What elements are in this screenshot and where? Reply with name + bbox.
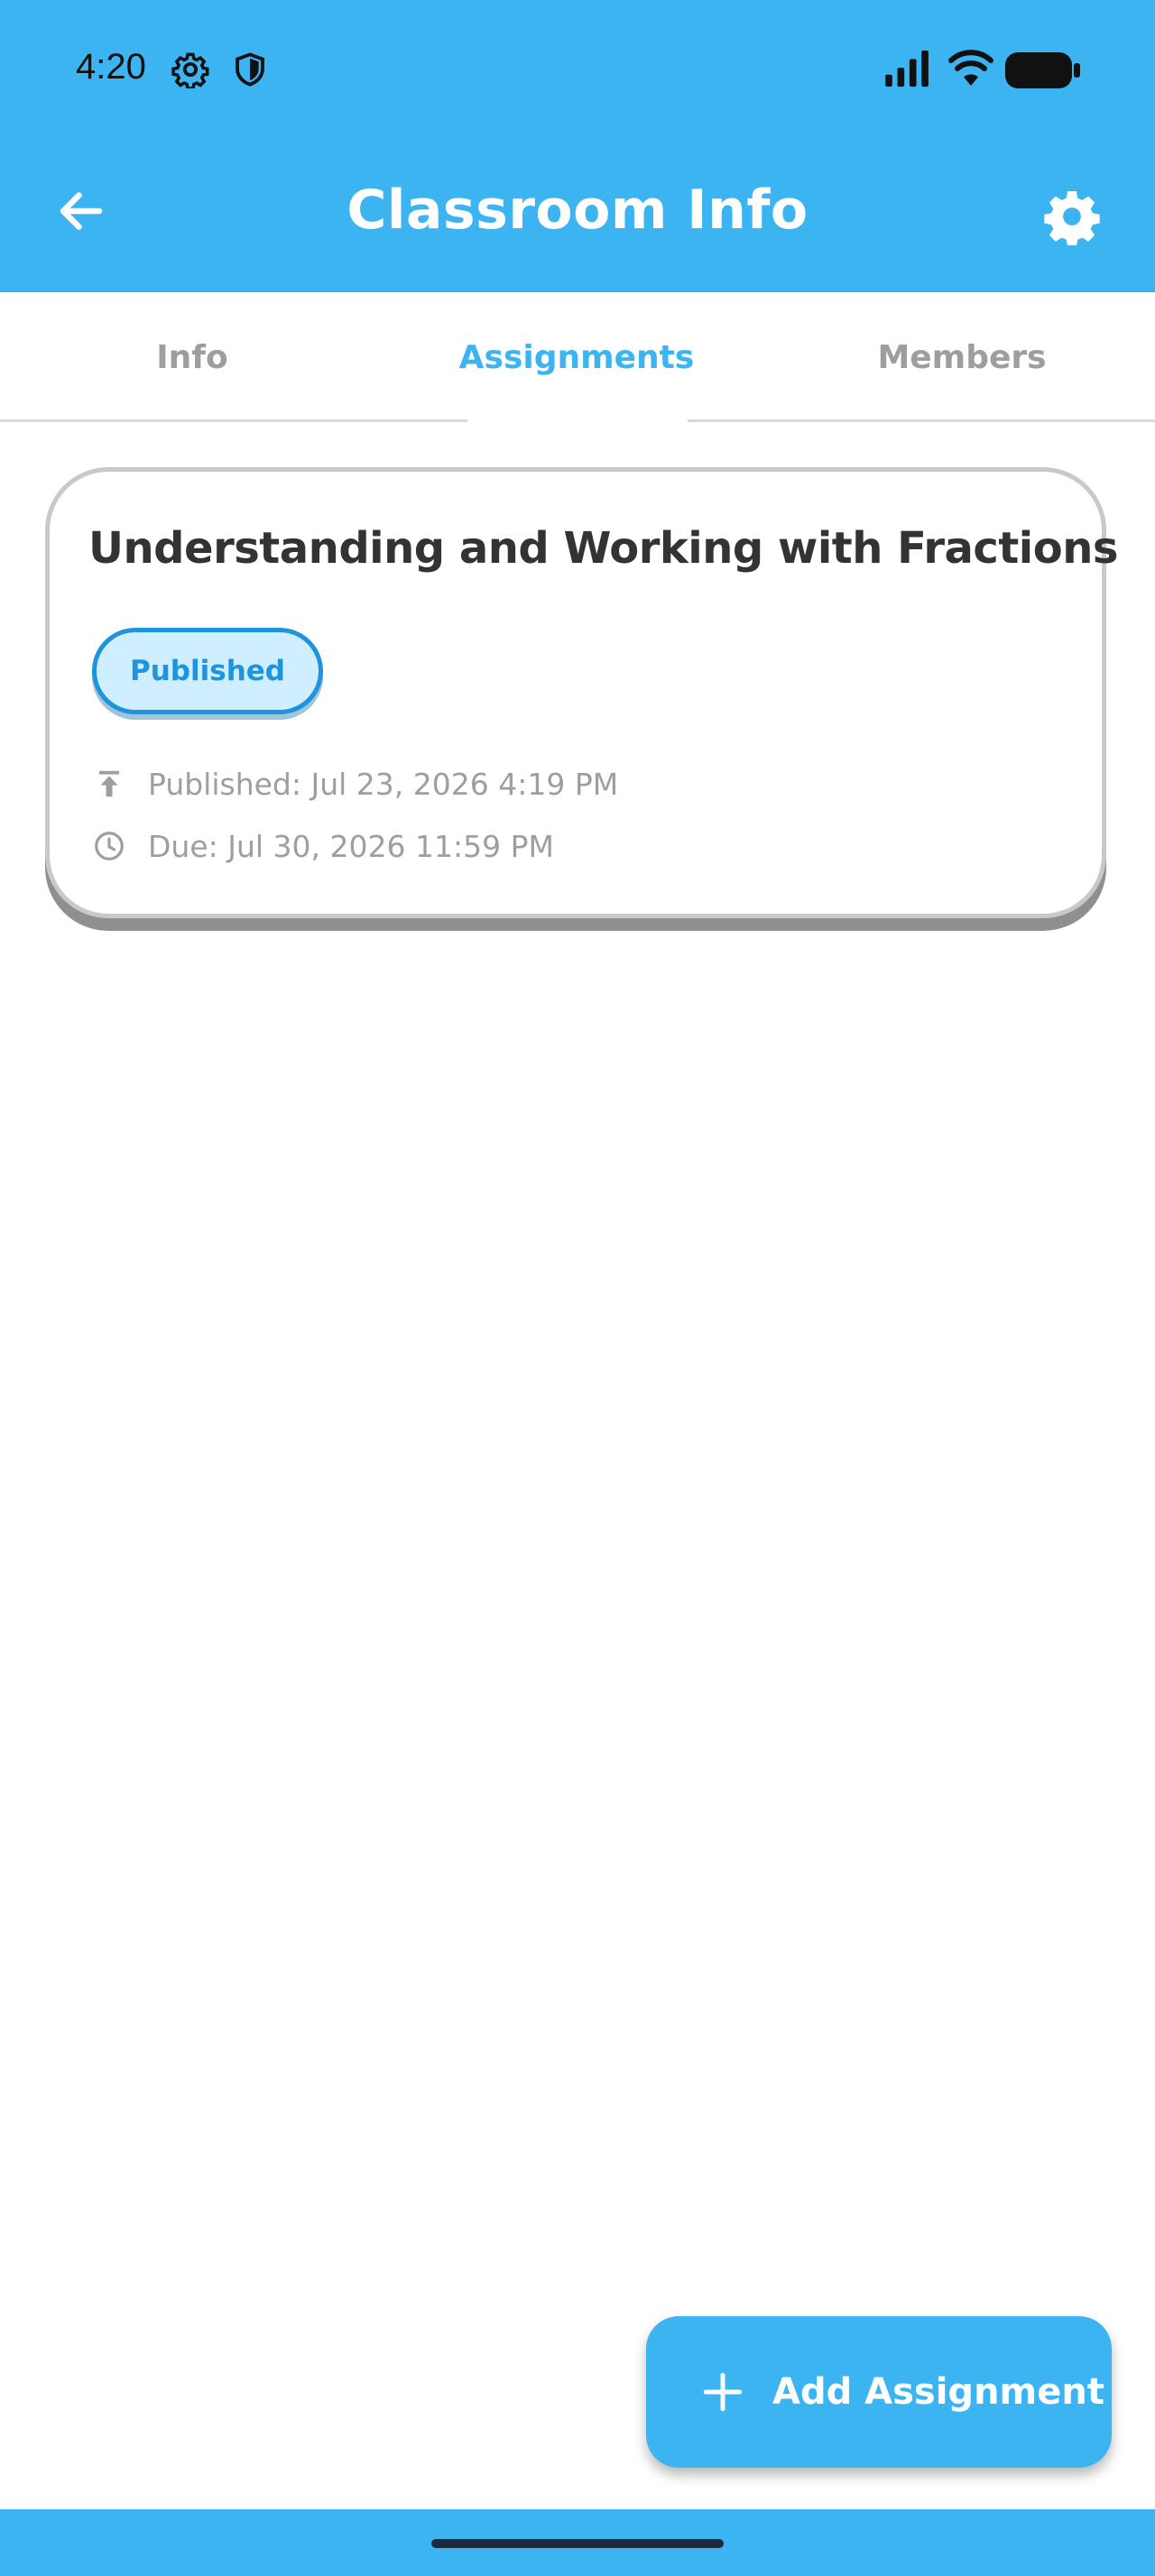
tab-assignments[interactable]: Assignments	[384, 292, 769, 422]
page-title: Classroom Info	[346, 179, 808, 242]
published-row: Published: Jul 23, 2026 4:19 PM	[92, 762, 618, 805]
plus-icon	[703, 2372, 743, 2412]
status-time: 4:20	[76, 47, 146, 87]
assignment-title: Understanding and Working with Fractions	[88, 523, 1118, 574]
gear-icon[interactable]	[1043, 188, 1101, 245]
tab-info[interactable]: Info	[0, 292, 384, 422]
add-assignment-button[interactable]: Add Assignment	[646, 2316, 1112, 2468]
upload-icon	[98, 770, 120, 797]
tab-divider	[688, 419, 1155, 422]
due-row: Due: Jul 30, 2026 11:59 PM	[92, 824, 554, 868]
shield-icon	[236, 52, 264, 87]
signal-icon	[885, 51, 929, 87]
tab-members[interactable]: Members	[769, 292, 1155, 422]
gear-icon	[171, 52, 209, 88]
battery-icon	[1005, 52, 1080, 88]
published-date: Published: Jul 23, 2026 4:19 PM	[148, 766, 619, 802]
tab-bar: Info Assignments Members	[0, 292, 1155, 422]
due-date: Due: Jul 30, 2026 11:59 PM	[148, 828, 554, 864]
home-indicator[interactable]	[431, 2539, 724, 2548]
clock-icon	[95, 832, 124, 860]
add-assignment-label: Add Assignment	[772, 2371, 1104, 2413]
status-badge: Published	[92, 628, 323, 714]
wifi-icon	[948, 50, 993, 86]
tab-divider	[0, 419, 467, 422]
